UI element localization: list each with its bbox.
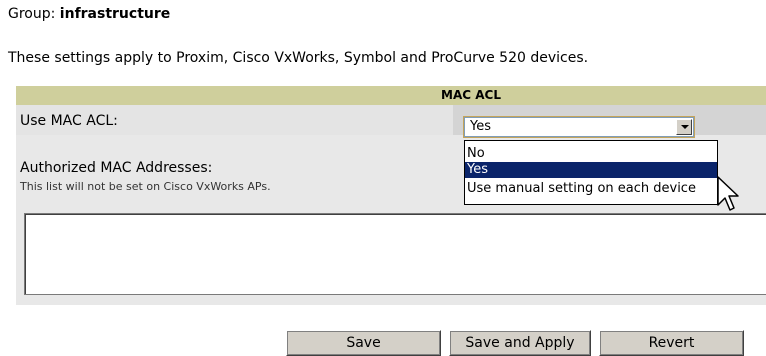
- use-mac-acl-label: Use MAC ACL:: [20, 113, 118, 129]
- group-line: Group: infrastructure: [8, 6, 170, 22]
- group-prefix: Group:: [8, 6, 60, 22]
- use-mac-acl-select[interactable]: Yes: [463, 116, 695, 138]
- arrow-cursor-icon: [717, 176, 739, 211]
- select-value: Yes: [470, 119, 491, 134]
- option-yes[interactable]: Yes: [465, 162, 717, 178]
- settings-description: These settings apply to Proxim, Cisco Vx…: [8, 50, 589, 66]
- option-no[interactable]: No: [465, 146, 717, 162]
- use-mac-acl-dropdown-list: No Yes Use manual setting on each device: [464, 140, 718, 205]
- authorized-mac-textarea[interactable]: [24, 213, 766, 295]
- save-and-apply-button[interactable]: Save and Apply: [449, 330, 591, 356]
- revert-button[interactable]: Revert: [599, 330, 744, 356]
- group-name: infrastructure: [59, 6, 171, 22]
- option-manual[interactable]: Use manual setting on each device: [465, 181, 717, 197]
- chevron-down-icon[interactable]: [676, 119, 692, 135]
- panel-title: MAC ACL: [16, 86, 766, 105]
- authorized-mac-note: This list will not be set on Cisco VxWor…: [20, 180, 271, 193]
- authorized-mac-label: Authorized MAC Addresses:: [20, 160, 213, 176]
- save-button[interactable]: Save: [286, 330, 441, 356]
